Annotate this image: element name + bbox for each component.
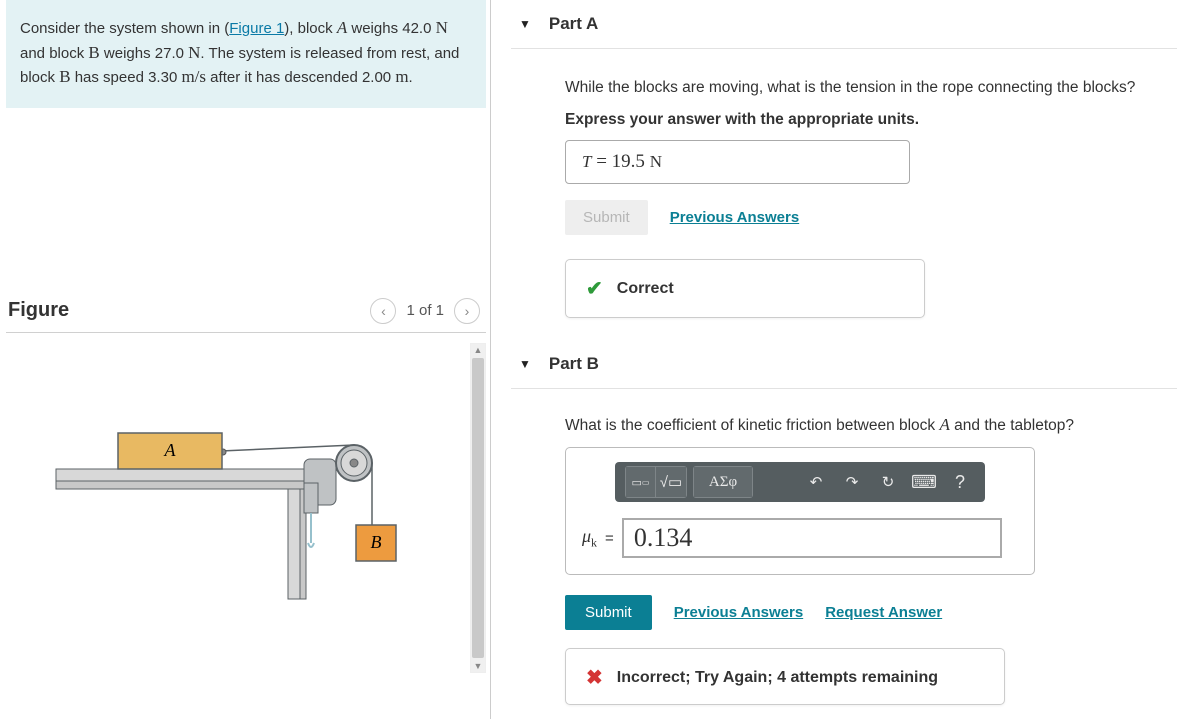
svg-text:B: B bbox=[371, 532, 382, 552]
figure-prev-button[interactable]: ‹ bbox=[370, 298, 396, 324]
part-a-question: While the blocks are moving, what is the… bbox=[565, 77, 1167, 99]
figure-scrollbar[interactable]: ▲ ▼ bbox=[470, 343, 486, 673]
caret-down-icon: ▼ bbox=[519, 357, 531, 371]
scroll-thumb[interactable] bbox=[472, 358, 484, 658]
text: What is the coefficient of kinetic frict… bbox=[565, 417, 939, 434]
part-b-feedback: ✖ Incorrect; Try Again; 4 attempts remai… bbox=[565, 648, 1005, 705]
sqrt-tool-button[interactable]: √▭ bbox=[656, 467, 686, 497]
text: and block bbox=[20, 45, 88, 62]
part-a-instruction: Express your answer with the appropriate… bbox=[565, 109, 1167, 131]
figure-link[interactable]: Figure 1 bbox=[229, 20, 284, 37]
part-a-header[interactable]: ▼ Part A bbox=[511, 6, 1177, 49]
part-a-title: Part A bbox=[549, 14, 598, 34]
unit: m bbox=[395, 67, 408, 86]
figure-area: A B ▲ ▼ bbox=[6, 343, 486, 673]
equals-sign: = bbox=[605, 530, 614, 547]
var-A: A bbox=[337, 18, 347, 37]
x-icon: ✖ bbox=[586, 665, 603, 690]
var-A: A bbox=[939, 415, 949, 434]
help-button[interactable]: ? bbox=[945, 467, 975, 497]
var-B: B bbox=[59, 67, 70, 86]
part-b-title: Part B bbox=[549, 354, 599, 374]
var-B: B bbox=[88, 43, 99, 62]
text: weighs 42.0 bbox=[347, 20, 435, 37]
part-b-question: What is the coefficient of kinetic frict… bbox=[565, 413, 1167, 437]
feedback-text: Incorrect; Try Again; 4 attempts remaini… bbox=[617, 669, 938, 687]
part-b-header[interactable]: ▼ Part B bbox=[511, 346, 1177, 389]
part-a-submit-button: Submit bbox=[565, 200, 648, 235]
undo-button[interactable]: ↶ bbox=[801, 467, 831, 497]
column-divider bbox=[490, 0, 491, 719]
scroll-down-icon[interactable]: ▼ bbox=[471, 660, 485, 672]
figure-header: Figure ‹ 1 of 1 › bbox=[6, 298, 486, 333]
figure-diagram: A B bbox=[46, 423, 446, 623]
keyboard-button[interactable]: ⌨ bbox=[909, 467, 939, 497]
svg-text:A: A bbox=[164, 440, 177, 460]
text: and the tabletop? bbox=[950, 417, 1074, 434]
part-a-previous-answers-link[interactable]: Previous Answers bbox=[670, 209, 800, 226]
redo-button[interactable]: ↷ bbox=[837, 467, 867, 497]
answer-unit: N bbox=[650, 152, 662, 171]
part-b-previous-answers-link[interactable]: Previous Answers bbox=[674, 604, 804, 621]
part-b-body: What is the coefficient of kinetic frict… bbox=[511, 389, 1177, 727]
scroll-up-icon[interactable]: ▲ bbox=[471, 344, 485, 356]
text: . bbox=[409, 69, 413, 86]
caret-down-icon: ▼ bbox=[519, 17, 531, 31]
part-a-body: While the blocks are moving, what is the… bbox=[511, 49, 1177, 340]
answer-eq: = 19.5 bbox=[591, 151, 649, 172]
equation-toolbar: ▭▭ √▭ ΑΣφ ↶ ↷ ↻ ⌨ ? bbox=[615, 462, 985, 502]
text: ), block bbox=[284, 20, 337, 37]
template-tool-button[interactable]: ▭▭ bbox=[626, 467, 656, 497]
reset-button[interactable]: ↻ bbox=[873, 467, 903, 497]
text: has speed 3.30 bbox=[71, 69, 182, 86]
figure-counter: 1 of 1 bbox=[406, 302, 444, 319]
figure-title: Figure bbox=[8, 299, 69, 322]
part-b-request-answer-link[interactable]: Request Answer bbox=[825, 604, 942, 621]
check-icon: ✔ bbox=[586, 276, 603, 301]
equation-variable: μk bbox=[582, 526, 597, 551]
text: after it has descended 2.00 bbox=[206, 69, 395, 86]
problem-statement: Consider the system shown in (Figure 1),… bbox=[6, 0, 486, 108]
text: Consider the system shown in ( bbox=[20, 20, 229, 37]
feedback-text: Correct bbox=[617, 280, 674, 298]
equation-editor: ▭▭ √▭ ΑΣφ ↶ ↷ ↻ ⌨ ? μk = bbox=[565, 447, 1035, 575]
equation-input[interactable] bbox=[622, 518, 1002, 558]
part-b-submit-button[interactable]: Submit bbox=[565, 595, 652, 630]
text: weighs 27.0 bbox=[100, 45, 188, 62]
unit: N bbox=[188, 43, 200, 62]
unit: m/s bbox=[181, 67, 206, 86]
unit: N bbox=[436, 18, 448, 37]
part-a-feedback: ✔ Correct bbox=[565, 259, 925, 318]
greek-tool-button[interactable]: ΑΣφ bbox=[694, 467, 752, 497]
figure-next-button[interactable]: › bbox=[454, 298, 480, 324]
part-a-answer-box: T = 19.5 N bbox=[565, 140, 910, 184]
